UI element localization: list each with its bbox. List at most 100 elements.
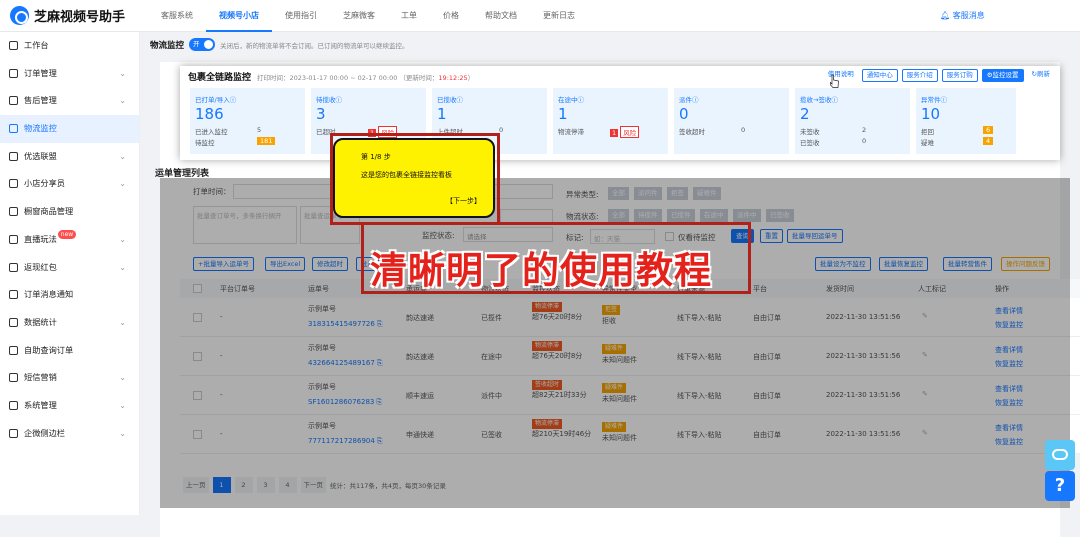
bulk-remonitor-button[interactable]: 批量恢复监控 <box>879 257 928 271</box>
help-float-button[interactable]: ? <box>1045 471 1075 501</box>
page-3[interactable]: 3 <box>256 477 275 493</box>
monitor-detail: 超76天20时8分 <box>532 352 583 360</box>
feedback-button[interactable]: 操作问题反馈 <box>1001 257 1050 271</box>
refresh-button[interactable]: ↻刷新 <box>1028 69 1054 82</box>
overview-tile[interactable]: 派件ⓘ 0 签收超时 0 <box>674 88 789 154</box>
sidebar-item-1[interactable]: 订单管理 ⌄ <box>0 60 139 88</box>
row-checkbox[interactable] <box>193 352 202 361</box>
nav-tab-weike[interactable]: 芝麻微客 <box>330 0 388 32</box>
page-1[interactable]: 1 <box>212 477 231 493</box>
logistics-status-chip[interactable]: 在途中 <box>700 209 728 222</box>
tile-sub-label: 物流停滞 <box>558 128 584 136</box>
view-detail-link[interactable]: 查看详情 <box>995 306 1023 316</box>
sidebar-item-5[interactable]: 小店分享员 ⌄ <box>0 170 139 198</box>
service-intro-button[interactable]: 服务介绍 <box>901 69 938 82</box>
copy-icon[interactable]: ⎘ <box>377 437 383 445</box>
row-checkbox[interactable] <box>193 391 202 400</box>
copy-icon[interactable]: ⎘ <box>377 320 383 328</box>
view-detail-link[interactable]: 查看详情 <box>995 423 1023 433</box>
overview-tile[interactable]: 已打单/导入ⓘ 186 已进入监控 5 待监控 181 <box>190 88 305 154</box>
logistics-status-chip[interactable]: 待揽件 <box>634 209 662 222</box>
sidebar-item-3[interactable]: 物流监控 <box>0 115 139 143</box>
import-waybill-button[interactable]: +批量导入运单号 <box>193 257 254 271</box>
edit-icon[interactable]: ✎ <box>922 351 928 359</box>
logistics-status-chip[interactable]: 派件中 <box>733 209 761 222</box>
sidebar-item-9[interactable]: 订单消息通知 <box>0 281 139 309</box>
waybill-number[interactable]: 318315415497726 ⎘ <box>308 320 382 329</box>
chat-float-button[interactable] <box>1045 440 1075 470</box>
bulk-unmonitor-button[interactable]: 批量设为不监控 <box>815 257 871 271</box>
overview-tile[interactable]: 在途中ⓘ 1 物流停滞 1 风险 <box>553 88 668 154</box>
resume-monitor-link[interactable]: 恢复监控 <box>995 359 1023 369</box>
row-checkbox[interactable] <box>193 430 202 439</box>
resume-monitor-link[interactable]: 恢复监控 <box>995 437 1023 447</box>
edit-icon[interactable]: ✎ <box>922 429 928 437</box>
resume-monitor-link[interactable]: 恢复监控 <box>995 320 1023 330</box>
sidebar-item-7[interactable]: 直播玩法 new ⌄ <box>0 226 139 254</box>
view-detail-link[interactable]: 查看详情 <box>995 384 1023 394</box>
abnormal-type-chip[interactable]: 全部 <box>608 187 629 200</box>
edit-icon[interactable]: ✎ <box>922 312 928 320</box>
col-order-no: 平台订单号 <box>220 285 255 293</box>
sidebar-item-6[interactable]: 橱窗商品管理 <box>0 198 139 226</box>
nav-tab-ticket[interactable]: 工单 <box>388 0 430 32</box>
copy-icon[interactable]: ⎘ <box>376 398 382 406</box>
tile-sub-value: 181 <box>257 137 276 145</box>
support-link[interactable]: 🔔︎ 客服消息 <box>940 10 985 21</box>
sidebar-item-13[interactable]: 系统管理 ⌄ <box>0 392 139 420</box>
sharer-icon <box>9 179 18 189</box>
sidebar-item-2[interactable]: 售后管理 ⌄ <box>0 87 139 115</box>
usage-guide-link[interactable]: 使用说明 <box>824 69 858 82</box>
nav-tab-guide[interactable]: 使用指引 <box>272 0 330 32</box>
order-no: - <box>220 391 223 399</box>
sidebar-item-0[interactable]: 工作台 <box>0 32 139 60</box>
bulk-transfer-button[interactable]: 批量转营售件 <box>943 257 992 271</box>
nav-tab-shop[interactable]: 视频号小店 <box>206 0 272 32</box>
nav-tab-changelog[interactable]: 更新日志 <box>530 0 588 32</box>
copy-icon[interactable]: ⎘ <box>377 359 383 367</box>
row-checkbox[interactable] <box>193 313 202 322</box>
sidebar-item-14[interactable]: 企微侧边栏 ⌄ <box>0 420 139 448</box>
view-detail-link[interactable]: 查看详情 <box>995 345 1023 355</box>
notify-center-button[interactable]: 通知中心 <box>861 69 898 82</box>
sidebar-item-10[interactable]: 数据统计 ⌄ <box>0 309 139 337</box>
risk-badge: 风险 <box>620 126 640 138</box>
reset-button[interactable]: 重置 <box>760 229 783 243</box>
service-order-button[interactable]: 服务订购 <box>941 69 978 82</box>
waybill-text: 432664125489167 <box>308 359 375 367</box>
abnormal-type-chip[interactable]: 派问件 <box>634 187 662 200</box>
monitor-switch[interactable]: 开 <box>189 38 216 51</box>
abnormal-type-chip[interactable]: 疑难件 <box>693 187 721 200</box>
nav-tab-service[interactable]: 客服系统 <box>148 0 206 32</box>
order-no-textarea[interactable]: 批量查订单号，多条换行搁开 <box>193 206 297 244</box>
sidebar-item-11[interactable]: 自助查询订单 <box>0 337 139 365</box>
prev-page-button[interactable]: 上一页 <box>183 477 209 493</box>
sidebar-item-12[interactable]: 短信营销 ⌄ <box>0 364 139 392</box>
sidebar-item-4[interactable]: 优选联盟 ⌄ <box>0 143 139 171</box>
edit-icon[interactable]: ✎ <box>922 390 928 398</box>
overview-tile[interactable]: 异常件ⓘ 10 拒回 6 疑难 4 <box>916 88 1016 154</box>
monitor-detail: 超82天21时33分 <box>532 391 587 399</box>
overview-tile[interactable]: 揽收→签收ⓘ 2 未签收 2 已签收 0 <box>795 88 910 154</box>
waybill-number[interactable]: 777117217286904 ⎘ <box>308 437 382 446</box>
sidebar-item-8[interactable]: 返现红包 ⌄ <box>0 254 139 282</box>
page-4[interactable]: 4 <box>278 477 297 493</box>
select-all-checkbox[interactable] <box>193 284 202 293</box>
resume-monitor-link[interactable]: 恢复监控 <box>995 398 1023 408</box>
waybill-number[interactable]: SF1601286076283 ⎘ <box>308 398 382 407</box>
logistics-status-chip[interactable]: 全部 <box>608 209 629 222</box>
tile-value: 0 <box>679 105 689 123</box>
nav-tab-docs[interactable]: 帮助文档 <box>472 0 530 32</box>
waybill-number[interactable]: 432664125489167 ⎘ <box>308 359 382 368</box>
logistics-status-chip[interactable]: 已揽件 <box>667 209 695 222</box>
page-2[interactable]: 2 <box>234 477 253 493</box>
app-logo[interactable]: 芝麻视频号助手 <box>10 6 125 25</box>
next-page-button[interactable]: 下一页 <box>300 477 326 493</box>
bulk-import-waybill-button[interactable]: 批量导回运单号 <box>787 229 843 243</box>
abnormal-type-chip[interactable]: 拒签 <box>667 187 688 200</box>
monitor-settings-button[interactable]: ⚙监控设置 <box>981 69 1024 82</box>
nav-tab-price[interactable]: 价格 <box>430 0 472 32</box>
logistics-status-chip[interactable]: 已签收 <box>766 209 794 222</box>
export-excel-button[interactable]: 导出Excel <box>265 257 306 271</box>
modify-timeout-button[interactable]: 修改超时 <box>312 257 348 271</box>
